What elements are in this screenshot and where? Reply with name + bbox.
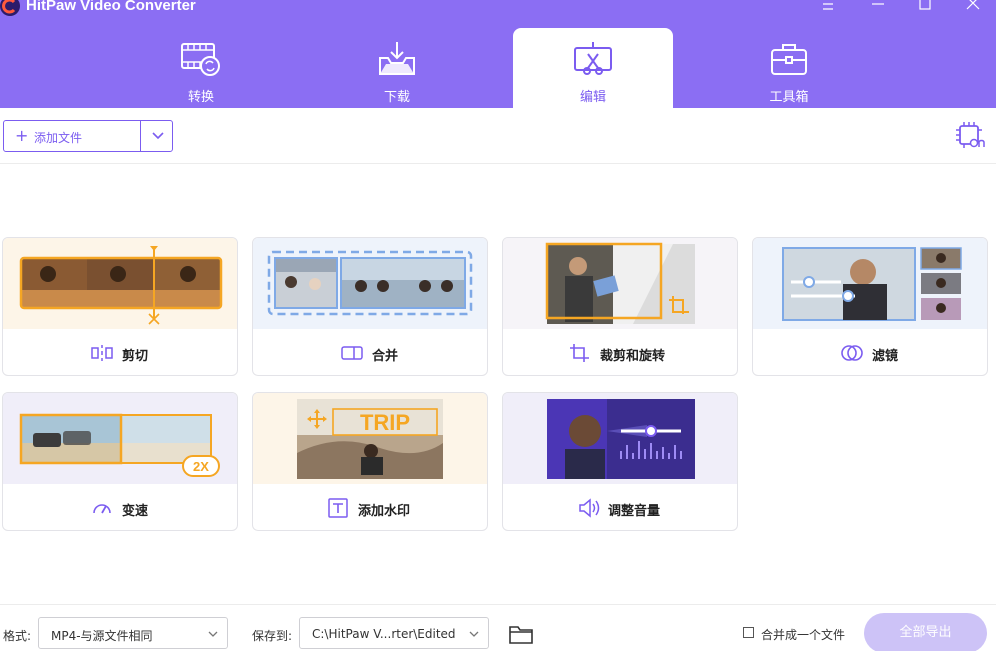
merge-checkbox[interactable] [743, 627, 754, 638]
card-label: 滤镜 [872, 349, 899, 364]
add-file-button[interactable]: + 添加文件 [3, 120, 173, 152]
speed-thumbnail: 2X [3, 393, 237, 484]
card-label: 添加水印 [358, 504, 411, 519]
card-label: 变速 [122, 504, 149, 519]
card-crop-rotate[interactable]: 裁剪和旋转 [502, 237, 738, 376]
chevron-down-icon[interactable] [150, 129, 166, 143]
card-footer: 合并 [253, 329, 487, 375]
toolbar: + 添加文件 [0, 108, 996, 164]
tab-convert[interactable]: 转换 [121, 28, 281, 108]
minimize-button[interactable] [868, 0, 888, 14]
cut-icon [91, 345, 113, 361]
tab-label: 下载 [383, 90, 410, 105]
convert-icon [181, 43, 220, 76]
card-footer: 调整音量 [503, 484, 737, 530]
card-watermark[interactable]: TRIP 添加水印 [252, 392, 488, 531]
merge-label: 合并成一个文件 [761, 628, 846, 642]
crop-rotate-thumbnail [503, 238, 737, 329]
volume-thumbnail [503, 393, 737, 484]
card-label: 剪切 [122, 349, 149, 364]
filter-thumbnail [753, 238, 987, 329]
header-bar: HitPaw Video Converter 转换 下载 编辑 工具箱 [0, 0, 996, 108]
menu-button[interactable] [818, 0, 838, 14]
chevron-down-icon [208, 631, 218, 637]
card-footer: 裁剪和旋转 [503, 329, 737, 375]
button-divider [140, 121, 141, 151]
format-label: 格式: [3, 629, 32, 643]
watermark-sample-text: TRIP [360, 410, 410, 435]
menu-icon [823, 3, 833, 10]
card-footer: 滤镜 [753, 329, 987, 375]
folder-icon[interactable] [508, 623, 534, 645]
crop-rotate-icon [570, 344, 589, 362]
format-value: MP4-与源文件相同 [51, 629, 153, 643]
volume-icon [579, 498, 600, 518]
cut-thumbnail [3, 238, 237, 329]
card-footer: 添加水印 [253, 484, 487, 530]
toolbox-icon [771, 44, 807, 75]
tab-toolbox[interactable]: 工具箱 [709, 28, 869, 108]
watermark-thumbnail: TRIP [253, 393, 487, 484]
card-volume[interactable]: 调整音量 [502, 392, 738, 531]
card-label: 调整音量 [608, 504, 661, 519]
download-icon [379, 42, 415, 75]
close-button[interactable] [963, 0, 983, 14]
save-path-value: C:\HitPaw V...rter\Edited [312, 627, 456, 641]
save-path-select[interactable]: C:\HitPaw V...rter\Edited [299, 617, 489, 649]
tab-edit[interactable]: 编辑 [513, 28, 673, 108]
card-label: 裁剪和旋转 [600, 349, 666, 364]
app-title: HitPaw Video Converter [26, 0, 196, 14]
edit-icon [574, 42, 612, 75]
maximize-button[interactable] [915, 0, 935, 14]
close-icon [966, 0, 980, 10]
tab-download[interactable]: 下载 [317, 28, 477, 108]
card-footer: 剪切 [3, 329, 237, 375]
merge-thumbnail [253, 238, 487, 329]
speed-badge: 2X [193, 459, 209, 474]
bottom-bar: 格式: MP4-与源文件相同 保存到: C:\HitPaw V...rter\E… [0, 604, 996, 651]
app-logo-icon [0, 0, 20, 16]
card-label: 合并 [372, 349, 399, 364]
save-to-label: 保存到: [252, 629, 293, 643]
tab-label: 转换 [187, 90, 214, 105]
add-file-label: 添加文件 [34, 131, 83, 145]
card-speed[interactable]: 2X 变速 [2, 392, 238, 531]
speed-icon [93, 504, 111, 514]
chevron-down-icon [469, 631, 479, 637]
hardware-acceleration-icon[interactable] [954, 121, 988, 151]
filter-icon [841, 345, 863, 361]
plus-icon: + [15, 126, 29, 145]
tab-label: 编辑 [579, 90, 606, 105]
card-footer: 变速 [3, 484, 237, 530]
card-filter[interactable]: 滤镜 [752, 237, 988, 376]
card-cut[interactable]: 剪切 [2, 237, 238, 376]
watermark-icon [328, 498, 348, 518]
merge-icon [341, 346, 363, 360]
card-merge[interactable]: 合并 [252, 237, 488, 376]
format-select[interactable]: MP4-与源文件相同 [38, 617, 228, 649]
minimize-icon [872, 3, 884, 5]
tab-label: 工具箱 [769, 90, 809, 105]
maximize-icon [919, 0, 931, 10]
export-all-button[interactable]: 全部导出 [864, 613, 987, 651]
